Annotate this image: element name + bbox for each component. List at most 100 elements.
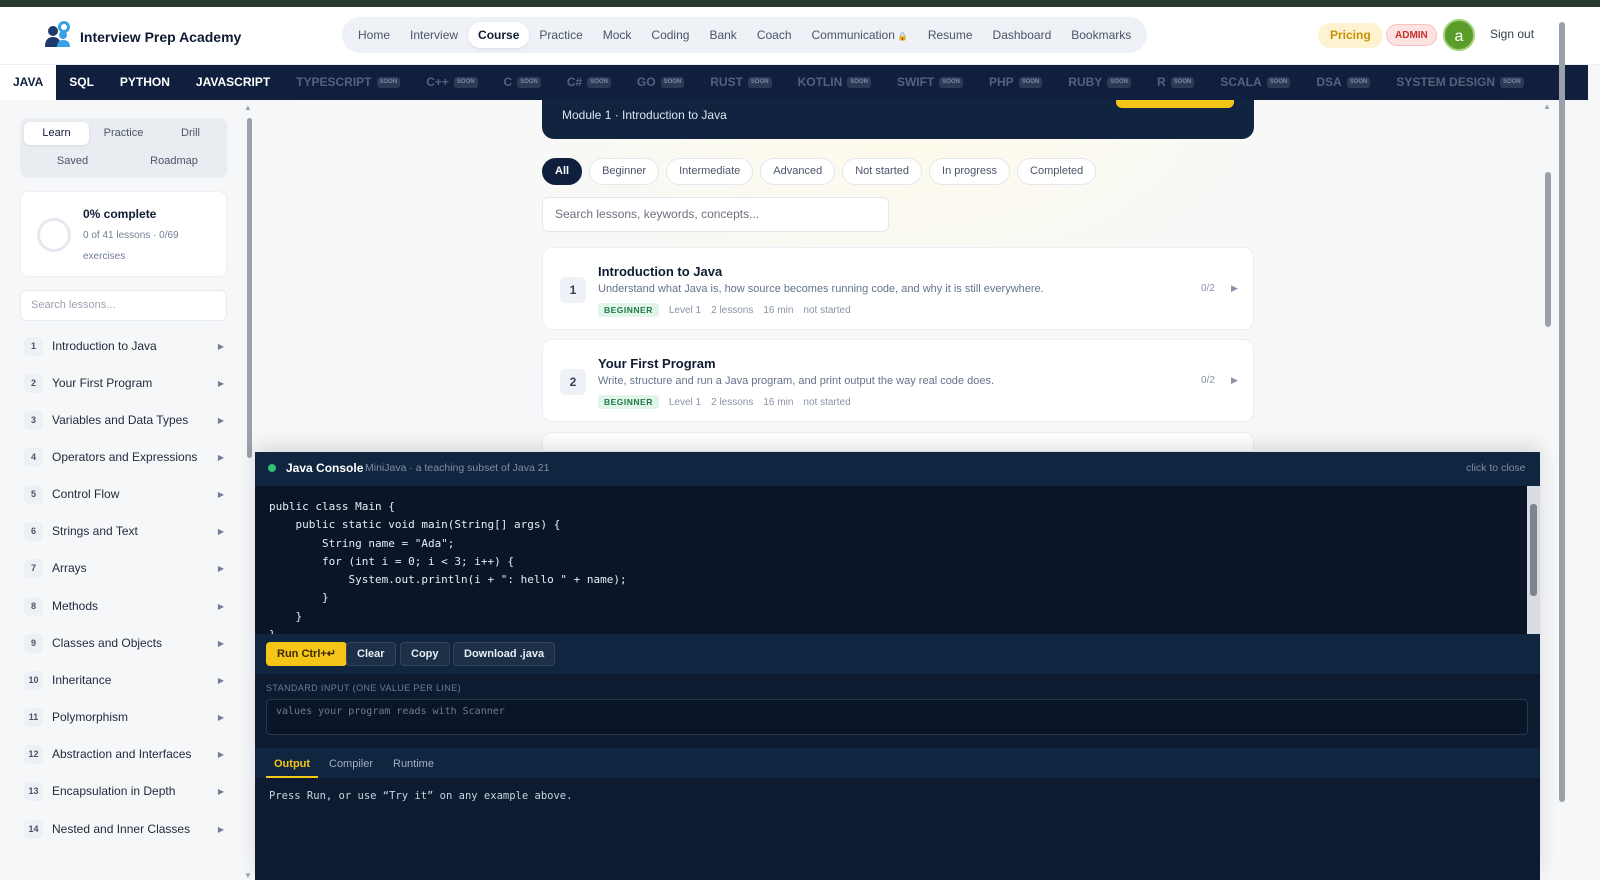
lang-tab-go[interactable]: GO SOON	[624, 65, 697, 100]
nav-resume[interactable]: Resume	[918, 22, 983, 48]
expand-arrow-icon[interactable]: ▶	[218, 490, 224, 499]
code-scrollbar[interactable]	[1530, 504, 1537, 596]
nav-bank[interactable]: Bank	[699, 22, 746, 48]
lang-tab-python[interactable]: PYTHON	[107, 65, 183, 100]
filter-not-started[interactable]: Not started	[842, 158, 923, 185]
avatar[interactable]: a	[1443, 19, 1475, 51]
expand-arrow-icon[interactable]: ▶	[218, 825, 224, 834]
nav-home[interactable]: Home	[348, 22, 400, 48]
lang-tab-csharp[interactable]: C# SOON	[554, 65, 624, 100]
lang-tab-c[interactable]: C SOON	[491, 65, 554, 100]
lang-tab-system-design[interactable]: SYSTEM DESIGN SOON	[1383, 65, 1536, 100]
lang-tab-java[interactable]: JAVA	[0, 65, 57, 100]
expand-arrow-icon[interactable]: ▶	[218, 676, 224, 685]
expand-arrow-icon[interactable]: ▶	[218, 787, 224, 796]
module-banner-button[interactable]	[1116, 100, 1234, 108]
filter-intermediate[interactable]: Intermediate	[666, 158, 754, 185]
tab-runtime[interactable]: Runtime	[385, 754, 442, 778]
sidebar-lesson-item[interactable]: 7 Arrays ▶	[24, 556, 224, 580]
module-card[interactable]: 2 Your First Program Write, structure an…	[542, 339, 1254, 422]
tab-practice[interactable]: Practice	[91, 122, 156, 145]
sidebar-lesson-item[interactable]: 3 Variables and Data Types ▶	[24, 408, 224, 432]
stdin-input[interactable]: values your program reads with Scanner	[266, 699, 1528, 735]
expand-arrow-icon[interactable]: ▶	[218, 564, 224, 573]
sidebar-lesson-item[interactable]: 11 Polymorphism ▶	[24, 705, 224, 729]
code-editor[interactable]: public class Main { public static void m…	[255, 486, 1527, 634]
nav-mock[interactable]: Mock	[593, 22, 642, 48]
sidebar-lesson-item[interactable]: 5 Control Flow ▶	[24, 482, 224, 506]
signout-link[interactable]: Sign out	[1490, 27, 1534, 41]
expand-arrow-icon[interactable]: ▶	[218, 416, 224, 425]
filter-beginner[interactable]: Beginner	[589, 158, 660, 185]
tab-roadmap[interactable]: Roadmap	[125, 150, 223, 173]
expand-arrow-icon[interactable]: ▶	[218, 639, 224, 648]
nav-bookmarks[interactable]: Bookmarks	[1061, 22, 1141, 48]
admin-badge[interactable]: ADMIN	[1386, 24, 1437, 46]
nav-coach[interactable]: Coach	[747, 22, 802, 48]
sidebar-lesson-item[interactable]: 8 Methods ▶	[24, 594, 224, 618]
expand-arrow-icon[interactable]: ▶	[218, 342, 224, 351]
lang-tab-javascript[interactable]: JAVASCRIPT	[183, 65, 283, 100]
module-card-partial[interactable]	[542, 432, 1254, 452]
nav-practice[interactable]: Practice	[529, 22, 592, 48]
sidebar-lesson-item[interactable]: 6 Strings and Text ▶	[24, 519, 224, 543]
sidebar-scrollbar[interactable]	[247, 118, 252, 458]
sidebar-lesson-item[interactable]: 13 Encapsulation in Depth ▶	[24, 779, 224, 803]
lang-tab-cpp[interactable]: C++ SOON	[413, 65, 490, 100]
filter-in-progress[interactable]: In progress	[929, 158, 1011, 185]
sidebar-lesson-item[interactable]: 9 Classes and Objects ▶	[24, 631, 224, 655]
sidebar-search-input[interactable]: Search lessons...	[20, 290, 227, 321]
expand-arrow-icon[interactable]: ▶	[1231, 283, 1238, 294]
filter-advanced[interactable]: Advanced	[760, 158, 836, 185]
main-scroll-up-icon[interactable]: ▲	[1543, 102, 1551, 111]
copy-button[interactable]: Copy	[400, 642, 450, 666]
lang-tab-typescript[interactable]: TYPESCRIPT SOON	[283, 65, 413, 100]
brand[interactable]: Interview Prep Academy	[44, 20, 241, 53]
sidebar-lesson-item[interactable]: 14 Nested and Inner Classes ▶	[24, 817, 224, 841]
lang-tab-php[interactable]: PHP SOON	[976, 65, 1055, 100]
sidebar-lesson-item[interactable]: 2 Your First Program ▶	[24, 371, 224, 395]
tab-output[interactable]: Output	[266, 754, 319, 778]
lang-tab-rust[interactable]: RUST SOON	[697, 65, 784, 100]
lang-tab-scala[interactable]: SCALA SOON	[1207, 65, 1303, 100]
filter-all[interactable]: All	[542, 158, 583, 185]
tab-drill[interactable]: Drill	[158, 122, 223, 145]
tab-learn[interactable]: Learn	[24, 122, 89, 145]
expand-arrow-icon[interactable]: ▶	[218, 602, 224, 611]
nav-dashboard[interactable]: Dashboard	[983, 22, 1062, 48]
console-close-link[interactable]: click to close	[1466, 462, 1526, 474]
expand-arrow-icon[interactable]: ▶	[218, 750, 224, 759]
nav-course[interactable]: Course	[468, 22, 530, 48]
lang-tab-ruby[interactable]: RUBY SOON	[1055, 65, 1144, 100]
lesson-search-input[interactable]: Search lessons, keywords, concepts...	[542, 197, 889, 232]
main-scrollbar[interactable]	[1545, 172, 1551, 327]
window-scrollbar[interactable]	[1559, 22, 1565, 802]
sidebar-lesson-item[interactable]: 10 Inheritance ▶	[24, 668, 224, 692]
sidebar-lesson-item[interactable]: 4 Operators and Expressions ▶	[24, 445, 224, 469]
sidebar-lesson-item[interactable]: 12 Abstraction and Interfaces ▶	[24, 742, 224, 766]
sidebar-scroll-down-icon[interactable]: ▼	[244, 871, 252, 880]
lang-tab-r[interactable]: R SOON	[1144, 65, 1207, 100]
nav-interview[interactable]: Interview	[400, 22, 468, 48]
lang-tab-kotlin[interactable]: KOTLIN SOON	[785, 65, 884, 100]
filter-completed[interactable]: Completed	[1017, 158, 1097, 185]
tab-saved[interactable]: Saved	[24, 150, 121, 173]
expand-arrow-icon[interactable]: ▶	[218, 453, 224, 462]
console-header[interactable]: Java Console MiniJava · a teaching subse…	[255, 452, 1540, 486]
nav-coding[interactable]: Coding	[641, 22, 699, 48]
lang-tab-swift[interactable]: SWIFT SOON	[884, 65, 976, 100]
download-button[interactable]: Download .java	[453, 642, 556, 666]
expand-arrow-icon[interactable]: ▶	[1231, 375, 1238, 386]
expand-arrow-icon[interactable]: ▶	[218, 527, 224, 536]
module-card[interactable]: 1 Introduction to Java Understand what J…	[542, 247, 1254, 330]
nav-communication[interactable]: Communication 🔒	[802, 22, 918, 48]
clear-button[interactable]: Clear	[346, 642, 396, 666]
lang-tab-sql[interactable]: SQL	[56, 65, 107, 100]
sidebar-lesson-item[interactable]: 1 Introduction to Java ▶	[24, 334, 224, 358]
sidebar-scroll-up-icon[interactable]: ▲	[244, 103, 252, 112]
expand-arrow-icon[interactable]: ▶	[218, 713, 224, 722]
tab-compiler[interactable]: Compiler	[321, 754, 381, 778]
expand-arrow-icon[interactable]: ▶	[218, 379, 224, 388]
lang-tab-dsa[interactable]: DSA SOON	[1303, 65, 1383, 100]
run-button[interactable]: Run Ctrl+↵	[266, 642, 348, 666]
